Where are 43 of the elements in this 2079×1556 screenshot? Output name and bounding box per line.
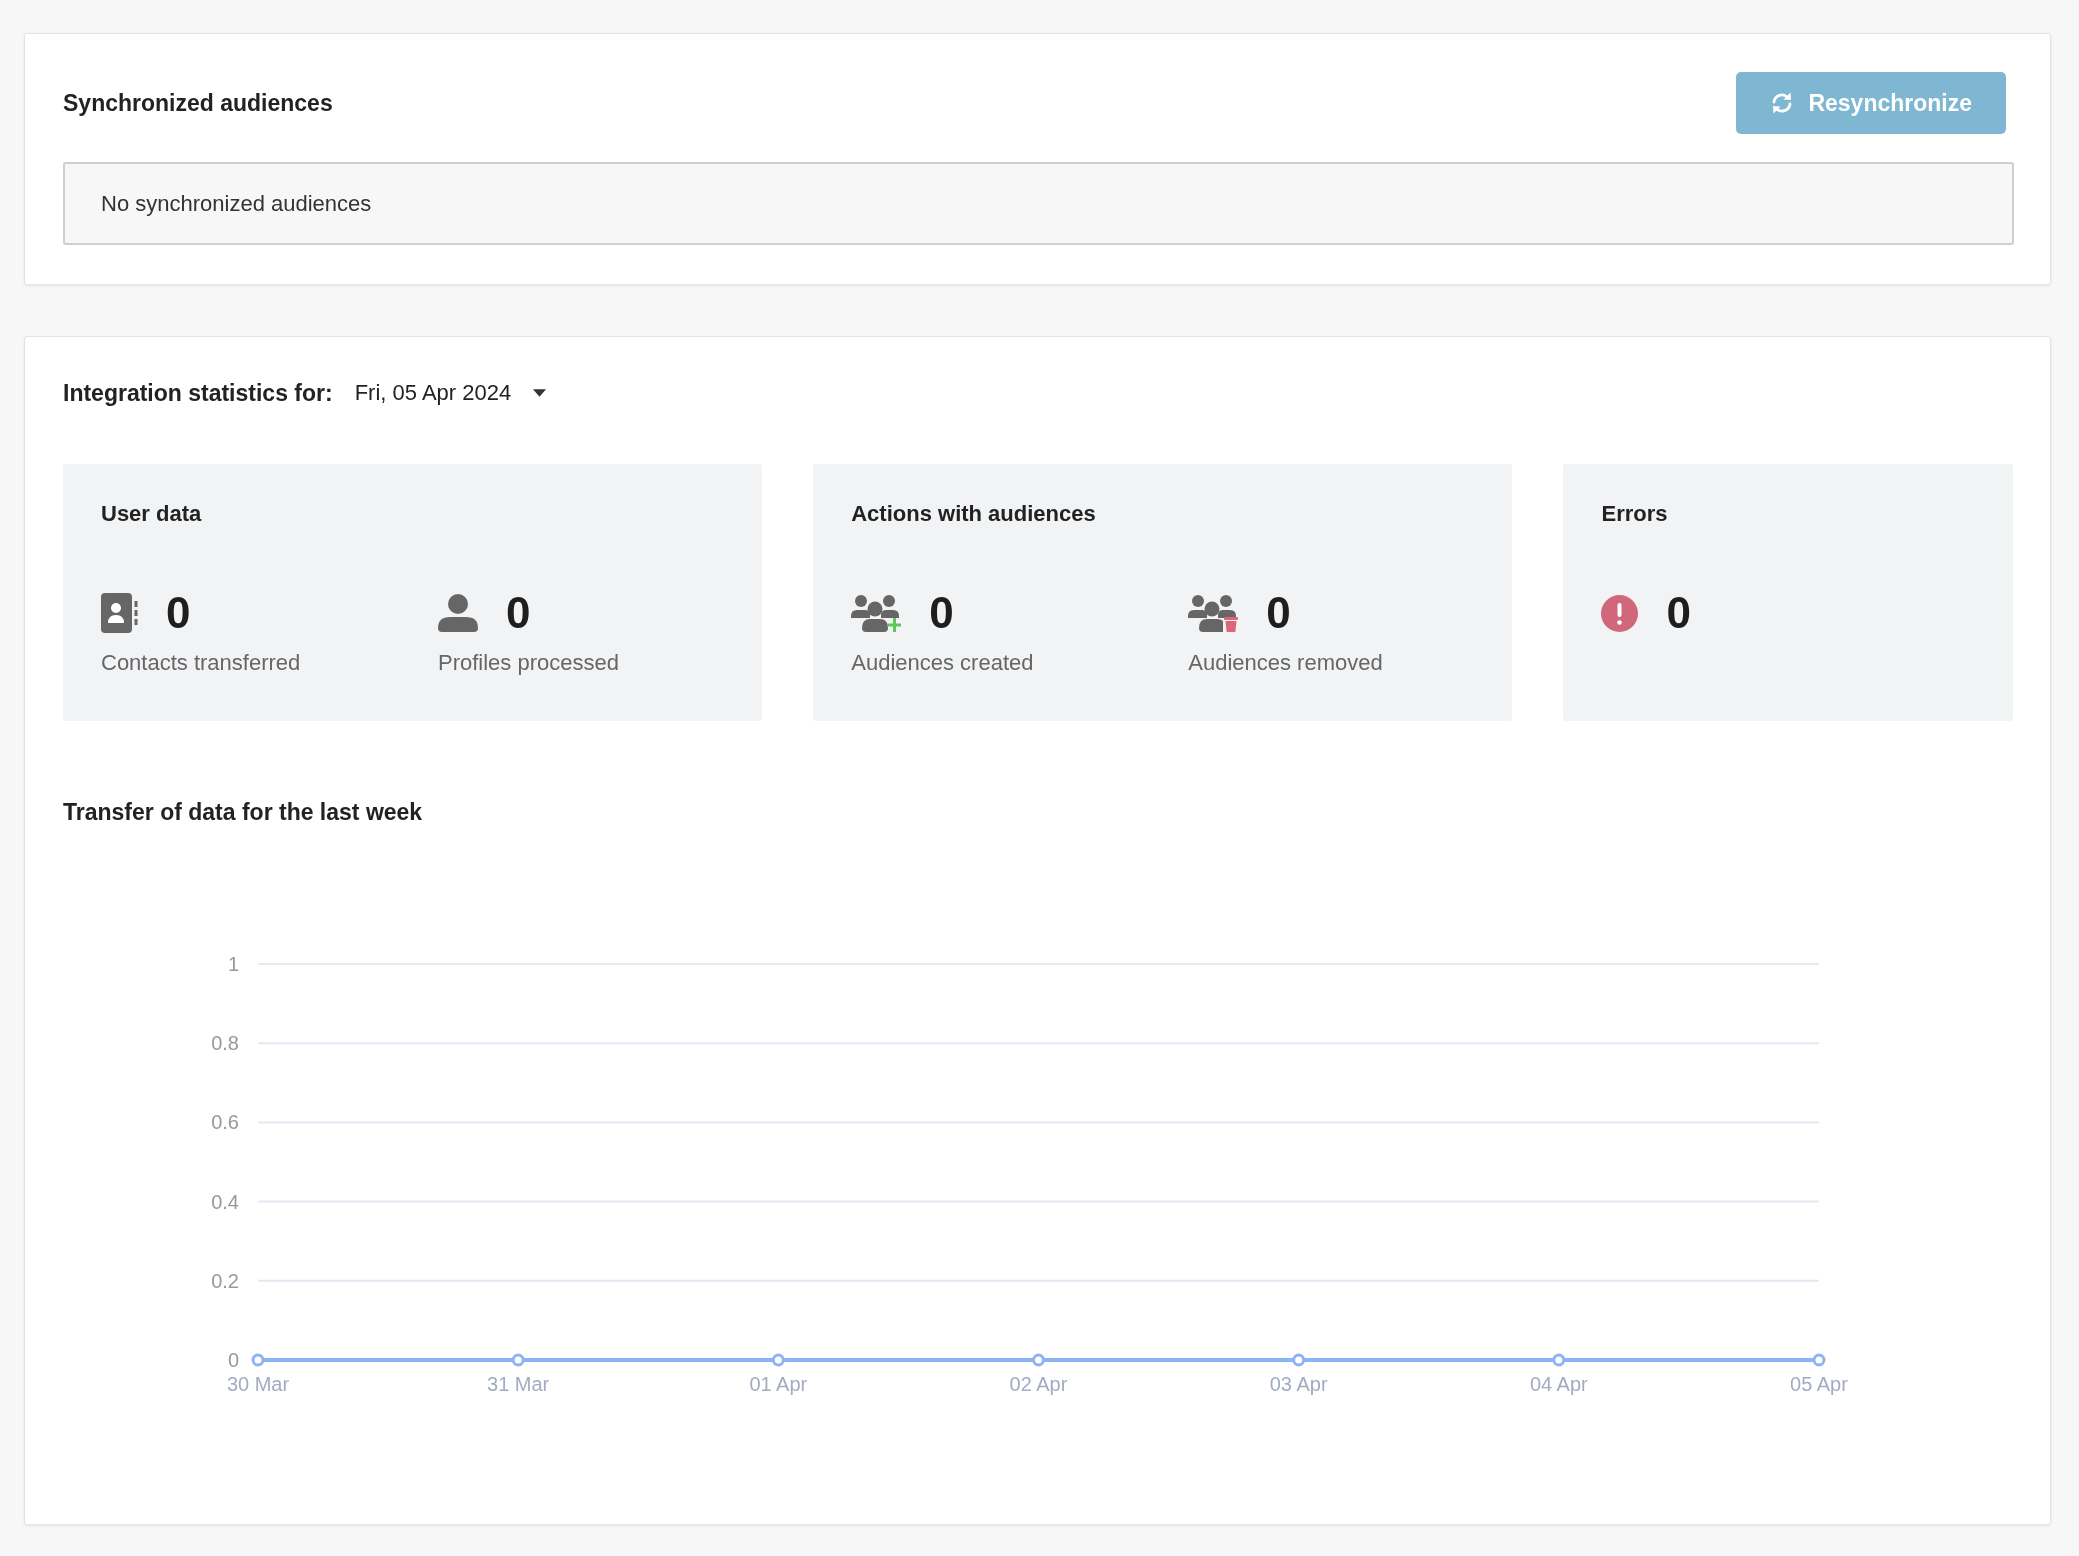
stat-value: 0 bbox=[1266, 587, 1291, 639]
stat-value: 0 bbox=[506, 587, 531, 639]
x-axis-label: 03 Apr bbox=[1269, 1373, 1328, 1395]
group-add-icon bbox=[851, 594, 902, 632]
panel-title: User data bbox=[101, 500, 202, 528]
y-axis-label: 0.4 bbox=[211, 1190, 239, 1213]
y-axis-label: 0.6 bbox=[211, 1111, 239, 1134]
date-dropdown[interactable]: Fri, 05 Apr 2024 bbox=[354, 380, 547, 406]
data-point bbox=[1032, 1353, 1045, 1367]
panel-title: Actions with audiences bbox=[851, 500, 1096, 528]
stat-label: Profiles processed bbox=[438, 649, 619, 677]
data-point bbox=[251, 1353, 265, 1367]
y-axis-label: 0 bbox=[227, 1349, 239, 1371]
empty-message: No synchronized audiences bbox=[101, 190, 372, 217]
data-point bbox=[511, 1353, 525, 1367]
chart-title: Transfer of data for the last week bbox=[63, 798, 423, 827]
x-axis-label: 31 Mar bbox=[487, 1373, 550, 1395]
data-point bbox=[1292, 1353, 1306, 1367]
data-point bbox=[1812, 1353, 1826, 1367]
x-axis-label: 02 Apr bbox=[1009, 1373, 1068, 1395]
section-title: Synchronized audiences bbox=[63, 89, 333, 118]
y-axis-label: 0.8 bbox=[211, 1032, 239, 1055]
stat-label: Contacts transferred bbox=[101, 649, 301, 677]
x-axis-label: 01 Apr bbox=[749, 1373, 808, 1395]
y-axis-label: 0.2 bbox=[211, 1269, 239, 1292]
stat-value: 0 bbox=[929, 587, 954, 639]
contact-book-icon bbox=[101, 593, 138, 633]
panel-title: Errors bbox=[1601, 500, 1668, 528]
x-axis-label: 04 Apr bbox=[1529, 1373, 1588, 1395]
error-icon bbox=[1601, 594, 1639, 632]
stat-value: 0 bbox=[1666, 587, 1691, 639]
x-axis-label: 30 Mar bbox=[226, 1373, 290, 1395]
statistics-label: Integration statistics for: bbox=[63, 379, 333, 408]
data-point bbox=[1552, 1353, 1566, 1367]
caret-icon bbox=[533, 389, 547, 397]
data-point bbox=[771, 1353, 785, 1367]
x-axis-label: 05 Apr bbox=[1790, 1373, 1848, 1395]
stat-value: 0 bbox=[166, 587, 191, 639]
group-trash-icon bbox=[1188, 594, 1239, 632]
person-icon bbox=[438, 594, 478, 632]
y-axis-label: 1 bbox=[227, 953, 239, 975]
stat-label: Audiences removed bbox=[1188, 649, 1383, 677]
stat-label: Audiences created bbox=[851, 649, 1034, 677]
